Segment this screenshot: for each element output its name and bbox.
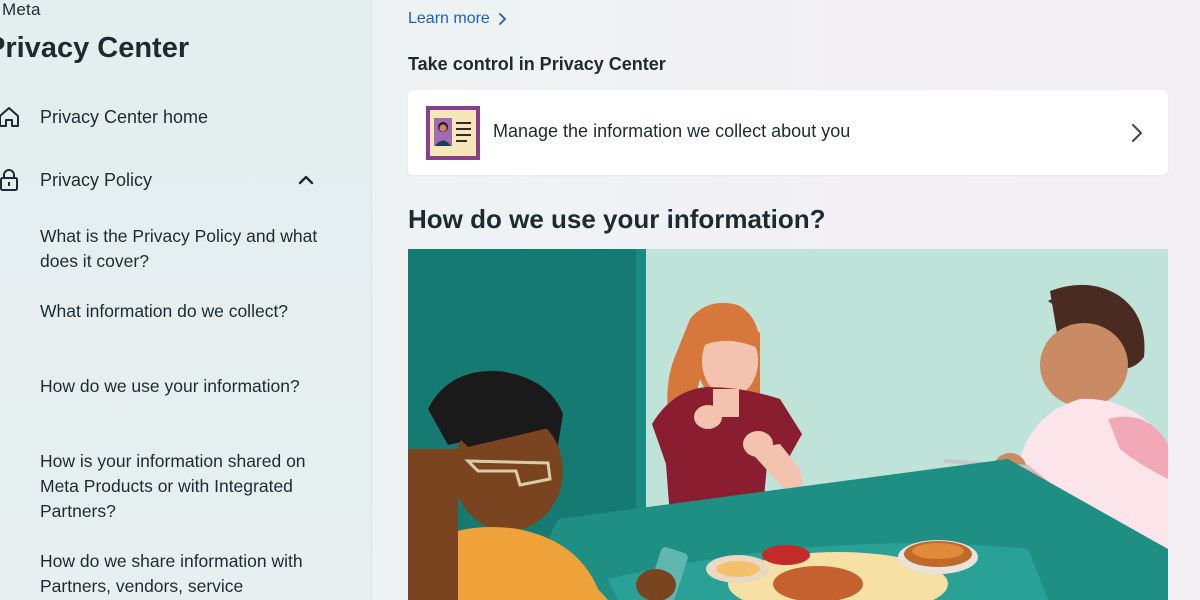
id-card-icon [426,106,480,160]
sidebar-item-privacy-policy[interactable]: Privacy Policy [0,166,330,194]
chevron-right-icon [498,13,506,25]
sidebar-item-privacy-center-home[interactable]: Privacy Center home [0,103,330,131]
sidebar: Meta Privacy Center Privacy Center home … [0,0,372,600]
sidebar-subitem-what-information-collect[interactable]: What information do we collect? [40,299,330,324]
lock-icon [0,169,18,191]
home-icon [0,107,19,127]
card-label: Manage the information we collect about … [493,121,851,141]
sidebar-subitem-how-use-information[interactable]: How do we use your information? [40,374,330,399]
chevron-right-icon [1132,124,1142,142]
people-dining-illustration [408,249,1168,600]
learn-more-link[interactable]: Learn more [408,10,508,28]
learn-more-label: Learn more [408,10,490,27]
sidebar-title: Privacy Center [0,32,190,64]
sidebar-subitem-what-is-privacy-policy[interactable]: What is the Privacy Policy and what does… [40,224,330,274]
section-heading: How do we use your information? [408,204,826,234]
meta-logo-text[interactable]: Meta [2,0,41,20]
sidebar-item-label: Privacy Policy [40,169,153,190]
sidebar-item-label: Privacy Center home [40,106,209,127]
sidebar-subitem-how-share-with-partners[interactable]: How do we share information with Partner… [40,549,330,599]
sidebar-subitem-how-information-shared[interactable]: How is your information shared on Meta P… [40,449,330,524]
chevron-up-icon[interactable] [297,173,315,187]
main-content: Learn more Take control in Privacy Cente… [408,0,1168,600]
manage-information-card[interactable]: Manage the information we collect about … [408,90,1168,175]
section-label: Take control in Privacy Center [408,54,666,74]
